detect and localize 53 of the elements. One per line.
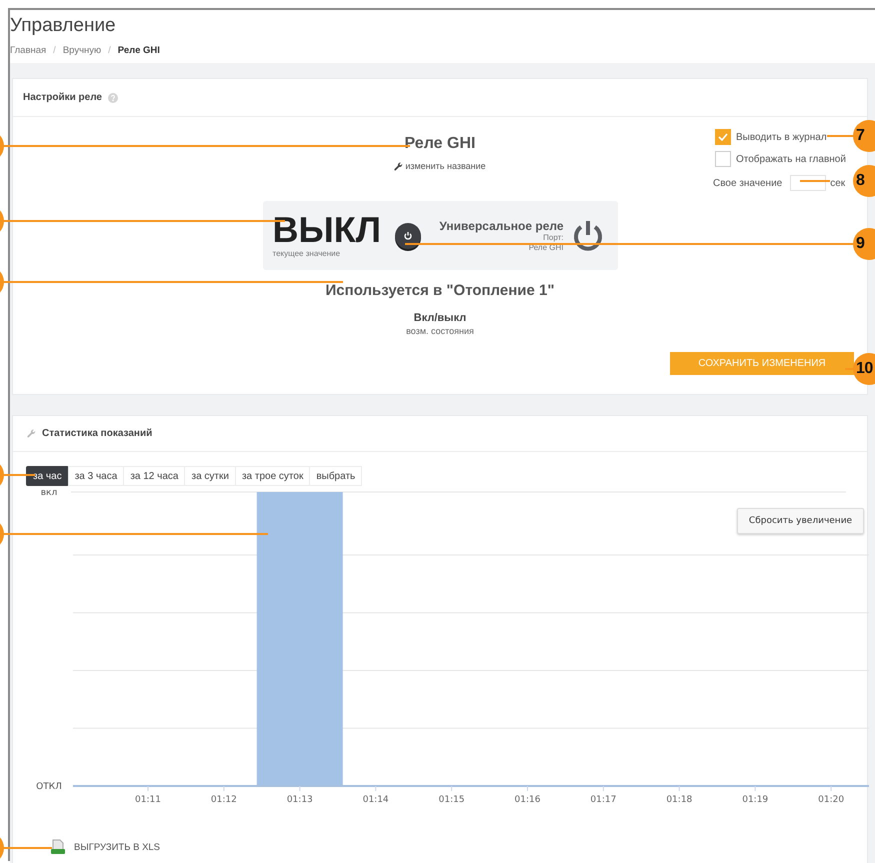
breadcrumb-separator: / [53, 45, 56, 56]
unit-label: сек [830, 178, 846, 188]
input-field[interactable] [790, 175, 826, 191]
breadcrumb-item[interactable]: Вручную [62, 45, 102, 56]
field-label: Свое значение [713, 178, 782, 188]
power-toggle-button[interactable] [394, 222, 421, 248]
x-tick-label: 01:18 [666, 795, 692, 805]
leader-line [800, 180, 830, 182]
x-tick-label: 01:16 [514, 795, 540, 805]
power-icon [572, 218, 604, 252]
x-tick-label: 01:15 [438, 795, 465, 805]
card-title: Статистика показаний [42, 428, 152, 439]
port-label: Порт: [543, 232, 564, 242]
state-value: ВЫКЛ [272, 213, 381, 247]
export-link[interactable]: ВЫГРУЗИТЬ В XLS [50, 839, 160, 855]
period-tab[interactable]: выбрать [309, 466, 362, 486]
x-tick-label: 01:14 [362, 795, 389, 805]
x-tick-label: 01:12 [210, 795, 237, 805]
y-axis-label: ОТКЛ [36, 782, 62, 792]
states-text: Вкл/выкл [414, 312, 466, 324]
power-icon [402, 230, 413, 240]
checkbox[interactable] [715, 129, 731, 145]
checkbox-label: Выводить в журнал [736, 132, 827, 142]
checkbox-label: Отображать на главной [736, 154, 846, 164]
x-tick-label: 01:19 [742, 795, 768, 805]
card-title: Настройки реле [23, 92, 102, 103]
y-axis-label: вкл [40, 488, 58, 498]
period-tab[interactable]: за сутки [184, 466, 236, 486]
checkmark-icon [718, 133, 728, 141]
period-tab[interactable]: за 12 часа [123, 466, 186, 486]
help-icon[interactable] [108, 92, 118, 102]
x-tick-label: 01:13 [286, 795, 313, 805]
breadcrumb-item[interactable]: Главная [10, 45, 46, 56]
checkbox[interactable] [715, 151, 731, 167]
x-tick-label: 01:17 [590, 795, 616, 805]
page-title: Управление [10, 15, 117, 37]
x-tick-label: 01:11 [135, 795, 161, 805]
x-tick-label: 01:20 [818, 795, 844, 805]
states-caption: возм. состояния [406, 326, 474, 336]
period-tab[interactable]: за 3 часа [68, 466, 124, 486]
wrench-icon [27, 429, 36, 438]
breadcrumb-item: Реле GHI [118, 45, 160, 56]
spreadsheet-file-icon [50, 839, 66, 855]
relay-name: Реле GHI [404, 135, 476, 153]
rename-link[interactable]: изменить название [394, 161, 486, 171]
relay-type: Универсальное реле [439, 218, 564, 232]
period-tab[interactable]: за трое суток [234, 466, 310, 486]
reset-zoom-button[interactable]: Сбросить увеличение [737, 508, 864, 534]
state-caption: текущее значение [272, 249, 342, 258]
wrench-icon [394, 162, 404, 170]
leader-line [827, 135, 856, 137]
breadcrumb-separator: / [108, 45, 111, 56]
usage-text: Используется в "Отопление 1" [326, 282, 554, 299]
